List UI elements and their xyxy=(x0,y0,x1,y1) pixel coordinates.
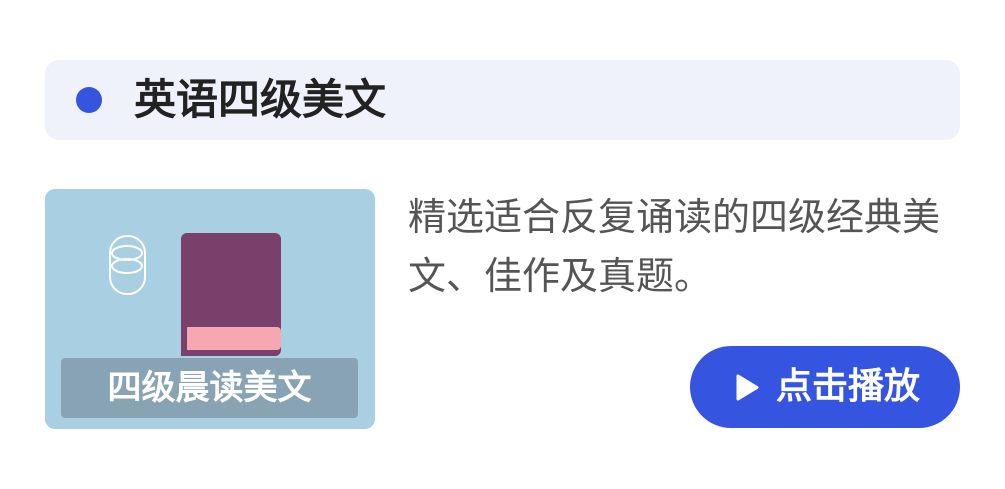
play-button[interactable]: 点击播放 xyxy=(690,346,960,428)
thumbnail-caption: 四级晨读美文 xyxy=(61,358,358,418)
bullet-dot-icon xyxy=(76,87,102,113)
course-description: 精选适合反复诵读的四级经典美文、佳作及真题。 xyxy=(408,195,941,298)
section-title: 英语四级美文 xyxy=(134,75,387,124)
course-thumbnail[interactable]: 四级晨读美文 xyxy=(45,189,375,429)
cup-illustration xyxy=(109,235,146,295)
play-button-label: 点击播放 xyxy=(776,366,921,407)
play-triangle-icon xyxy=(736,374,759,401)
book-illustration xyxy=(181,233,281,356)
